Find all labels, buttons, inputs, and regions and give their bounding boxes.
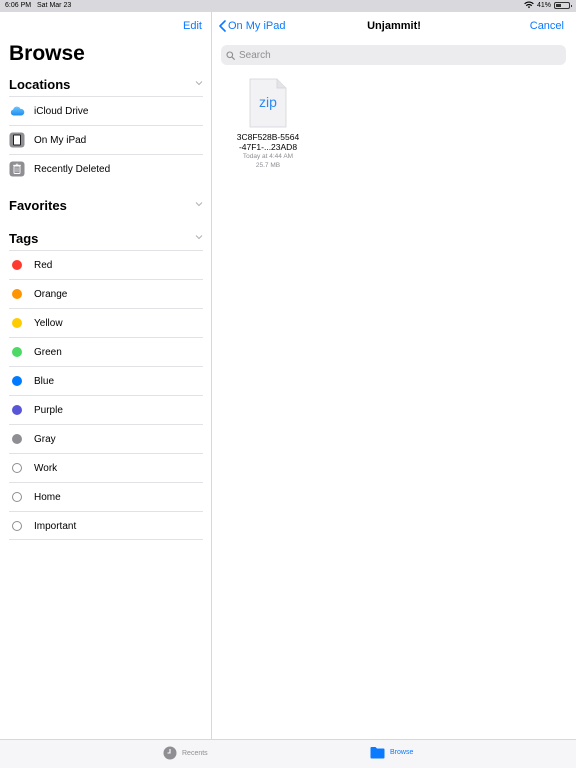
tag-label: Red: [34, 260, 53, 271]
tags-header-label: Tags: [9, 230, 39, 246]
tab-recents[interactable]: Recents: [163, 746, 208, 760]
tag-label: Yellow: [34, 318, 63, 329]
zip-file-icon: zip: [249, 78, 287, 128]
tag-dot-icon: [12, 405, 22, 415]
battery-percent: 41%: [536, 1, 551, 9]
tag-item-purple[interactable]: Purple: [9, 395, 203, 424]
sidebar-item-label: iCloud Drive: [34, 106, 89, 117]
sidebar-item-label: Recently Deleted: [34, 164, 111, 175]
chevron-down-icon: [195, 81, 203, 86]
file-name: 3C8F528B-5564 -47F1-...23AD8: [232, 132, 304, 152]
file-size: 25.7 MB: [255, 162, 281, 169]
sidebar: Edit Browse Locations iCloud Drive On My…: [0, 12, 212, 739]
tag-dot-icon: [12, 260, 22, 270]
file-item[interactable]: zip 3C8F528B-5564 -47F1-...23AD8 Today a…: [232, 78, 304, 170]
trash-icon: [9, 161, 25, 177]
chevron-down-icon: [195, 202, 203, 207]
status-right: 41%: [524, 1, 572, 9]
search-field[interactable]: Search: [221, 45, 566, 65]
tag-label: Blue: [34, 376, 55, 387]
tag-label: Green: [34, 347, 62, 358]
search-icon: [226, 50, 235, 60]
icloud-icon: [9, 103, 25, 119]
tab-browse[interactable]: Browse: [370, 746, 413, 759]
tag-dot-icon: [12, 318, 22, 328]
page-title: Browse: [9, 42, 85, 65]
tab-label: Browse: [390, 749, 414, 756]
chevron-left-icon: [219, 20, 226, 32]
tag-dot-icon: [12, 434, 22, 444]
battery-fill: [556, 3, 561, 7]
edit-button[interactable]: Edit: [183, 20, 202, 32]
tag-item-orange[interactable]: Orange: [9, 279, 203, 308]
tag-item-home[interactable]: Home: [9, 482, 203, 511]
tag-label: Important: [34, 521, 77, 532]
files-window: Edit Browse Locations iCloud Drive On My…: [0, 12, 576, 768]
file-name-line: -47F1-...23AD8: [238, 142, 298, 152]
tag-label: Purple: [34, 405, 63, 416]
file-name-line: 3C8F528B-5564: [236, 132, 300, 142]
cancel-button[interactable]: Cancel: [530, 20, 564, 32]
locations-header[interactable]: Locations: [9, 74, 203, 94]
file-date: Today at 4:44 AM: [242, 153, 294, 160]
ipad-icon: [9, 132, 25, 148]
tag-item-work[interactable]: Work: [9, 453, 203, 482]
tags-header[interactable]: Tags: [9, 228, 203, 248]
sidebar-item-on-my-ipad[interactable]: On My iPad: [9, 125, 203, 154]
tab-bar: Recents Browse: [0, 739, 576, 768]
tag-item-yellow[interactable]: Yellow: [9, 308, 203, 337]
back-button[interactable]: On My iPad: [219, 20, 285, 32]
tag-item-red[interactable]: Red: [9, 250, 203, 279]
clock-icon: [163, 746, 177, 760]
battery-icon: [554, 1, 572, 9]
tab-label: Recents: [182, 749, 208, 757]
tag-dot-icon: [12, 521, 22, 531]
sidebar-item-label: On My iPad: [34, 135, 87, 146]
tag-dot-icon: [12, 463, 22, 473]
tag-item-blue[interactable]: Blue: [9, 366, 203, 395]
back-button-label: On My iPad: [228, 20, 286, 32]
tag-label: Orange: [34, 289, 68, 300]
sidebar-item-recently-deleted[interactable]: Recently Deleted: [9, 154, 203, 183]
chevron-down-icon: [195, 235, 203, 240]
sidebar-item-icloud-drive[interactable]: iCloud Drive: [9, 96, 203, 125]
search-placeholder: Search: [239, 49, 271, 61]
tag-label: Home: [34, 492, 61, 503]
tag-item-important[interactable]: Important: [9, 511, 203, 540]
file-type-label: zip: [259, 94, 277, 110]
favorites-header[interactable]: Favorites: [9, 195, 203, 215]
tag-dot-icon: [12, 376, 22, 386]
tag-dot-icon: [12, 492, 22, 502]
status-bar: 6:06 PM Sat Mar 23 41%: [0, 0, 576, 12]
tag-label: Work: [34, 463, 58, 474]
folder-icon: [370, 747, 385, 759]
tag-item-gray[interactable]: Gray: [9, 424, 203, 453]
tag-dot-icon: [12, 347, 22, 357]
tag-dot-icon: [12, 289, 22, 299]
tag-item-green[interactable]: Green: [9, 337, 203, 366]
tag-label: Gray: [34, 434, 56, 445]
locations-header-label: Locations: [9, 76, 71, 92]
status-time: 6:06 PM: [5, 2, 32, 9]
wifi-icon: [524, 1, 534, 9]
status-date: Sat Mar 23: [37, 2, 72, 9]
favorites-header-label: Favorites: [9, 197, 67, 213]
content-pane: Unjammit! On My iPad Cancel Search zip 3…: [212, 12, 576, 739]
